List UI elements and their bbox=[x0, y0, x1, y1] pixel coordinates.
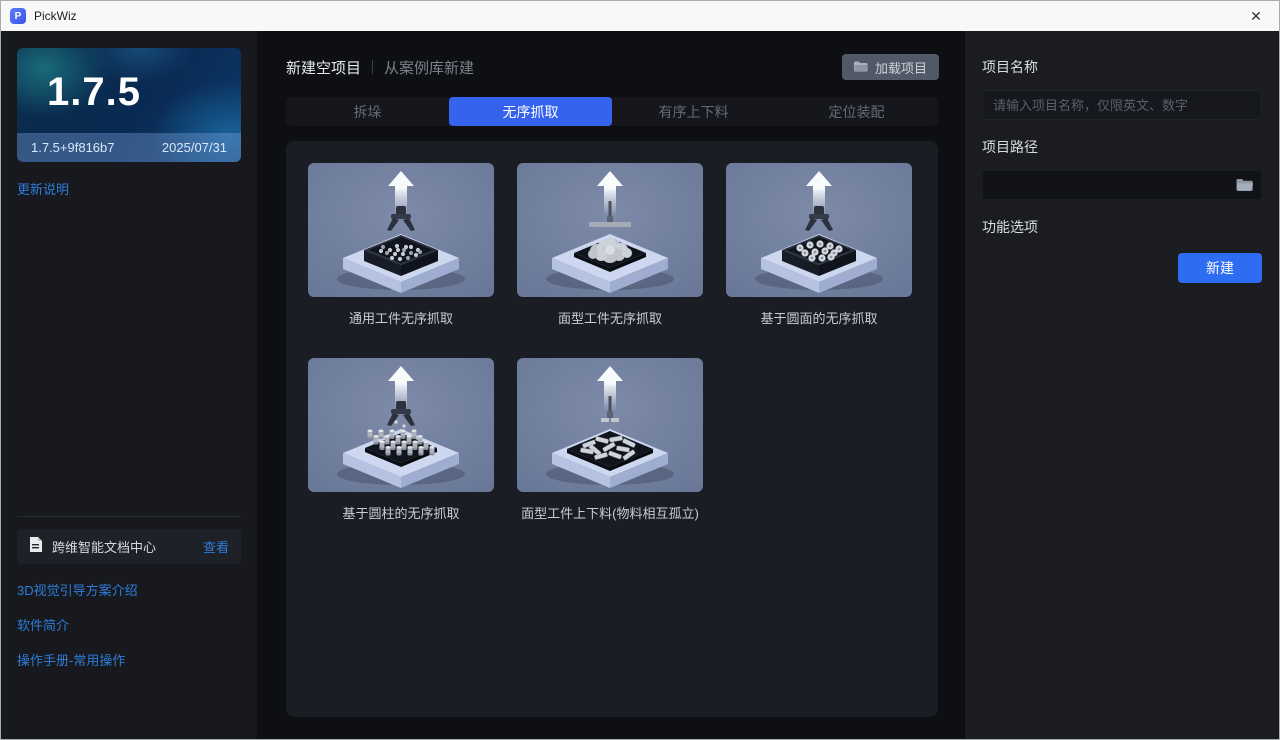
template-card-image bbox=[517, 163, 703, 297]
template-card-2[interactable]: 基于圆面的无序抓取 bbox=[726, 163, 912, 327]
tab-0[interactable]: 拆垛 bbox=[286, 97, 449, 126]
sidebar-link-0[interactable]: 3D视觉引导方案介绍 bbox=[17, 580, 241, 599]
template-card-label: 基于圆柱的无序抓取 bbox=[308, 503, 494, 522]
tab-3[interactable]: 定位装配 bbox=[775, 97, 938, 126]
template-card-4[interactable]: 面型工件上下料(物料相互孤立) bbox=[517, 358, 703, 522]
sidebar-links: 3D视觉引导方案介绍软件简介操作手册-常用操作 bbox=[17, 564, 241, 669]
app-window: P PickWiz ✕ 1.7.5 1.7.5+9f816b7 2025/07/… bbox=[0, 0, 1280, 740]
load-project-button[interactable]: 加载项目 bbox=[842, 54, 939, 80]
main-header: 新建空项目 从案例库新建 加载项目 bbox=[286, 54, 939, 80]
create-button[interactable]: 新建 bbox=[1178, 253, 1262, 283]
browse-folder-button[interactable] bbox=[1236, 176, 1254, 194]
sidebar: 1.7.5 1.7.5+9f816b7 2025/07/31 更新说明 跨维智能… bbox=[1, 31, 257, 739]
template-card-image bbox=[726, 163, 912, 297]
template-card-3[interactable]: 基于圆柱的无序抓取 bbox=[308, 358, 494, 522]
app-icon: P bbox=[10, 8, 26, 24]
sidebar-link-1[interactable]: 软件简介 bbox=[17, 615, 241, 634]
template-card-label: 面型工件上下料(物料相互孤立) bbox=[517, 503, 703, 522]
project-path-row bbox=[982, 170, 1262, 200]
template-card-0[interactable]: 通用工件无序抓取 bbox=[308, 163, 494, 327]
close-button[interactable]: ✕ bbox=[1233, 1, 1279, 31]
project-name-input[interactable] bbox=[982, 90, 1262, 120]
feature-options-label: 功能选项 bbox=[982, 217, 1262, 237]
folder-icon bbox=[854, 60, 868, 75]
main-content: 新建空项目 从案例库新建 加载项目 拆垛无序抓取有序上下料定位装配 bbox=[257, 31, 965, 739]
template-card-label: 通用工件无序抓取 bbox=[308, 308, 494, 327]
tab-bar: 拆垛无序抓取有序上下料定位装配 bbox=[286, 97, 938, 126]
template-panel: 通用工件无序抓取 面型工件无序抓取 基于圆面的无序抓取 bbox=[286, 141, 938, 717]
version-date: 2025/07/31 bbox=[162, 140, 227, 155]
template-card-image bbox=[308, 163, 494, 297]
sidebar-divider bbox=[17, 516, 241, 517]
tab-1[interactable]: 无序抓取 bbox=[449, 97, 612, 126]
version-card: 1.7.5 1.7.5+9f816b7 2025/07/31 bbox=[17, 48, 241, 162]
version-footer: 1.7.5+9f816b7 2025/07/31 bbox=[17, 133, 241, 162]
create-row: 新建 bbox=[982, 253, 1262, 283]
template-card-1[interactable]: 面型工件无序抓取 bbox=[517, 163, 703, 327]
doc-center-card: 跨维智能文档中心 查看 bbox=[17, 529, 241, 564]
template-card-label: 面型工件无序抓取 bbox=[517, 308, 703, 327]
tab-2[interactable]: 有序上下料 bbox=[612, 97, 775, 126]
update-notes-link[interactable]: 更新说明 bbox=[17, 179, 241, 198]
window-title: PickWiz bbox=[34, 9, 1233, 23]
doc-center-view-link[interactable]: 查看 bbox=[203, 537, 229, 556]
project-form-panel: 项目名称 项目路径 功能选项 新建 bbox=[965, 31, 1279, 739]
sidebar-link-2[interactable]: 操作手册-常用操作 bbox=[17, 650, 241, 669]
project-name-label: 项目名称 bbox=[982, 57, 1262, 77]
header-separator bbox=[372, 60, 373, 74]
sidebar-spacer bbox=[17, 198, 241, 516]
doc-center-label: 跨维智能文档中心 bbox=[52, 537, 193, 556]
load-project-label: 加载项目 bbox=[875, 58, 927, 77]
project-name-row bbox=[982, 90, 1262, 120]
template-card-label: 基于圆面的无序抓取 bbox=[726, 308, 912, 327]
title-bar: P PickWiz ✕ bbox=[1, 1, 1279, 31]
template-card-image bbox=[308, 358, 494, 492]
template-grid: 通用工件无序抓取 面型工件无序抓取 基于圆面的无序抓取 bbox=[308, 163, 916, 522]
project-path-label: 项目路径 bbox=[982, 137, 1262, 157]
document-icon bbox=[29, 537, 42, 557]
template-card-image bbox=[517, 358, 703, 492]
version-build: 1.7.5+9f816b7 bbox=[31, 140, 115, 155]
tab-new-from-case-library[interactable]: 从案例库新建 bbox=[384, 57, 474, 78]
app-body: 1.7.5 1.7.5+9f816b7 2025/07/31 更新说明 跨维智能… bbox=[1, 31, 1279, 739]
project-path-input[interactable] bbox=[982, 170, 1262, 200]
version-number: 1.7.5 bbox=[47, 70, 141, 115]
tab-new-empty-project[interactable]: 新建空项目 bbox=[286, 57, 361, 78]
